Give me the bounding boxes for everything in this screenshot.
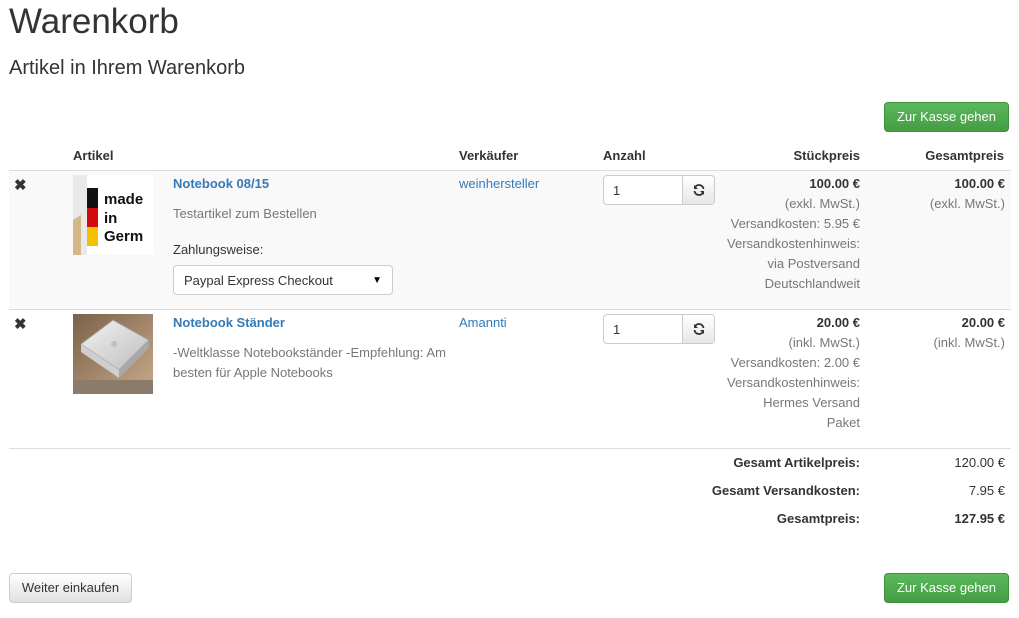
logo-text-3: Germ <box>104 228 144 245</box>
payment-label: Zahlungsweise: <box>173 242 264 257</box>
remove-icon[interactable]: ✖ <box>14 176 27 194</box>
total-shipping-value: 7.95 € <box>968 483 1005 498</box>
quantity-input[interactable] <box>604 315 682 343</box>
row-divider <box>9 309 1011 310</box>
shipping-note-line2: Paket <box>826 415 860 430</box>
unit-price: 100.00 € <box>809 176 860 191</box>
checkout-button-bottom[interactable]: Zur Kasse gehen <box>884 573 1009 603</box>
product-image: made in Germ <box>73 175 153 255</box>
product-description: -Weltklasse Notebookständer -Empfehlung:… <box>173 345 446 380</box>
unit-tax: (inkl. MwSt.) <box>788 335 861 350</box>
chevron-down-icon: ▼ <box>372 274 382 286</box>
logo-text-1: made <box>104 191 144 208</box>
shipping-cost: Versandkosten: 5.95 € <box>730 216 860 231</box>
page-subtitle: Artikel in Ihrem Warenkorb <box>9 57 245 79</box>
shipping-note-line1: Hermes Versand <box>763 395 860 410</box>
total-price: 20.00 € <box>961 315 1005 330</box>
total-shipping-label: Gesamt Versandkosten: <box>711 483 860 498</box>
shipping-note-label: Versandkostenhinweis: <box>727 236 860 251</box>
product-title[interactable]: Notebook 08/15 <box>173 176 269 191</box>
product-image <box>73 314 153 394</box>
payment-select-value: Paypal Express Checkout <box>184 272 333 288</box>
grand-total-label: Gesamtpreis: <box>776 511 860 526</box>
unit-price-cell: 20.00 € (inkl. MwSt.) Versandkosten: 2.0… <box>700 313 860 433</box>
quantity-input[interactable] <box>604 176 682 204</box>
shipping-cost: Versandkosten: 2.00 € <box>730 355 860 370</box>
header-unit-price: Stückpreis <box>793 148 860 163</box>
header-quantity: Anzahl <box>603 148 646 163</box>
shipping-note-label: Versandkostenhinweis: <box>727 375 860 390</box>
unit-tax: (exkl. MwSt.) <box>784 196 860 211</box>
row-divider <box>9 170 1011 171</box>
product-description: Testartikel zum Bestellen <box>173 206 317 221</box>
page-title: Warenkorb <box>9 2 179 41</box>
product-title[interactable]: Notebook Ständer <box>173 315 285 330</box>
seller-link[interactable]: weinhersteller <box>459 176 539 191</box>
total-price: 100.00 € <box>954 176 1005 191</box>
continue-shopping-button[interactable]: Weiter einkaufen <box>9 573 132 603</box>
seller-link[interactable]: Amannti <box>459 315 507 330</box>
total-items-label: Gesamt Artikelpreis: <box>733 455 860 470</box>
total-items-value: 120.00 € <box>954 455 1005 470</box>
header-seller: Verkäufer <box>459 148 519 163</box>
total-price-cell: 20.00 € (inkl. MwSt.) <box>880 313 1006 353</box>
grand-total-value: 127.95 € <box>954 511 1005 526</box>
totals-divider <box>9 448 1011 449</box>
header-article: Artikel <box>73 148 114 163</box>
quantity-stepper <box>603 314 715 344</box>
shipping-note-line2: Deutschlandweit <box>764 276 860 291</box>
shipping-note-line1: via Postversand <box>767 256 861 271</box>
quantity-stepper <box>603 175 715 205</box>
total-price-cell: 100.00 € (exkl. MwSt.) <box>880 174 1005 214</box>
unit-price-cell: 100.00 € (exkl. MwSt.) Versandkosten: 5.… <box>700 174 860 294</box>
remove-icon[interactable]: ✖ <box>14 315 27 333</box>
total-tax: (exkl. MwSt.) <box>929 196 1005 211</box>
checkout-button-top[interactable]: Zur Kasse gehen <box>884 102 1009 132</box>
total-tax: (inkl. MwSt.) <box>933 335 1006 350</box>
header-total-price: Gesamtpreis <box>925 148 1004 163</box>
unit-price: 20.00 € <box>816 315 860 330</box>
logo-text-2: in <box>104 210 118 227</box>
payment-select[interactable]: Paypal Express Checkout ▼ <box>173 265 393 295</box>
